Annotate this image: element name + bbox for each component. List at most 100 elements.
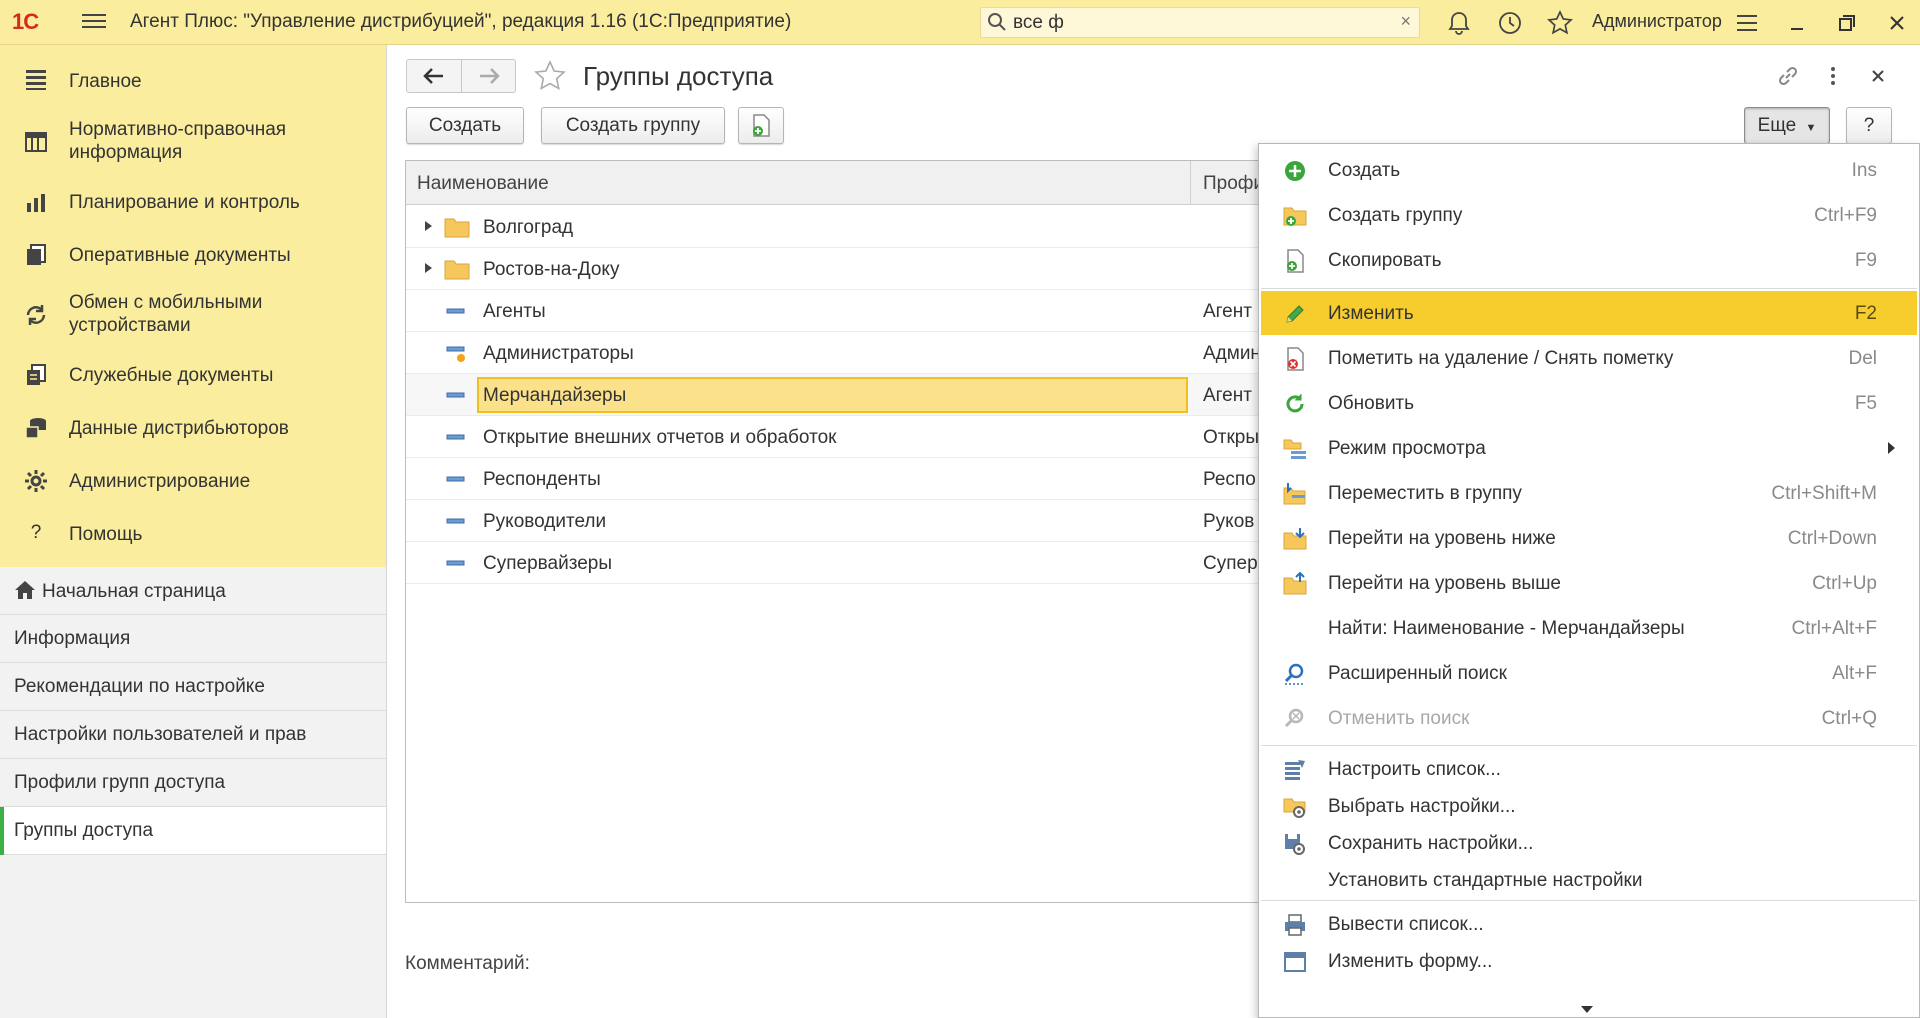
title-bar: 1С Агент Плюс: "Управление дистрибуцией"… xyxy=(0,0,1920,45)
section-main[interactable]: Главное xyxy=(0,59,386,103)
expand-arrow-icon[interactable] xyxy=(425,263,432,273)
section-distributor-data[interactable]: Данные дистрибьюторов xyxy=(0,406,386,450)
section-operative-docs[interactable]: Оперативные документы xyxy=(0,233,386,277)
menu-item-label: Создать группу xyxy=(1328,205,1463,226)
menu-item-label: Установить стандартные настройки xyxy=(1328,870,1643,891)
menu-item-move-to-group[interactable]: Переместить в группу Ctrl+Shift+M xyxy=(1261,471,1917,515)
section-label: Нормативно-справочная информация xyxy=(69,119,287,163)
service-docs-icon xyxy=(27,364,46,385)
main-menu-icon[interactable] xyxy=(82,10,106,34)
menu-item-copy[interactable]: Скопировать F9 xyxy=(1261,238,1917,282)
menu-item-level-down[interactable]: Перейти на уровень ниже Ctrl+Down xyxy=(1261,516,1917,560)
row-profile: Откры xyxy=(1203,427,1260,448)
app-title: Агент Плюс: "Управление дистрибуцией", р… xyxy=(130,11,792,32)
history-icon[interactable] xyxy=(1497,10,1523,36)
menu-item-label: Выбрать настройки... xyxy=(1328,796,1516,817)
folder-icon xyxy=(444,260,470,280)
close-window-icon[interactable] xyxy=(1884,10,1910,36)
add-to-favorites-star-icon[interactable] xyxy=(533,59,567,93)
submenu-arrow-icon xyxy=(1888,442,1895,454)
add-folder-icon xyxy=(1283,207,1307,226)
section-planning[interactable]: Планирование и контроль xyxy=(0,180,386,224)
advanced-search-icon xyxy=(1284,663,1305,685)
section-label: Администрирование xyxy=(69,471,251,492)
row-profile: Агент xyxy=(1203,385,1252,406)
back-arrow-icon[interactable] xyxy=(407,60,461,92)
favorites-star-icon[interactable] xyxy=(1547,10,1573,36)
create-button[interactable]: Создать xyxy=(406,107,524,144)
open-window-home[interactable]: Начальная страница xyxy=(0,567,386,615)
expand-arrow-icon[interactable] xyxy=(425,221,432,231)
chart-icon xyxy=(27,194,45,212)
open-window-info[interactable]: Информация xyxy=(0,615,386,663)
row-name: Руководители xyxy=(483,511,607,532)
menu-item-default-settings[interactable]: Установить стандартные настройки xyxy=(1261,858,1917,902)
section-label: Помощь xyxy=(69,524,143,545)
menu-item-shortcut: Alt+F xyxy=(1832,663,1877,684)
create-group-button[interactable]: Создать группу xyxy=(541,107,725,144)
menu-item-cancel-search[interactable]: Отменить поиск Ctrl+Q xyxy=(1261,696,1917,740)
clear-search-icon[interactable]: × xyxy=(1400,11,1411,32)
user-name[interactable]: Администратор xyxy=(1592,11,1722,32)
menu-item-create-group[interactable]: Создать группу Ctrl+F9 xyxy=(1261,193,1917,237)
section-label: Служебные документы xyxy=(69,365,274,386)
menu-item-label: Переместить в группу xyxy=(1328,483,1522,504)
bell-icon[interactable] xyxy=(1446,10,1472,36)
menu-item-advanced-search[interactable]: Расширенный поиск Alt+F xyxy=(1261,651,1917,695)
open-window-label: Начальная страница xyxy=(42,581,226,602)
menu-item-shortcut: Ctrl+Alt+F xyxy=(1791,618,1877,639)
section-help[interactable]: ? Помощь xyxy=(0,512,386,556)
row-name: Волгоград xyxy=(483,217,574,238)
element-icon xyxy=(446,560,465,566)
more-actions-icon[interactable] xyxy=(1820,63,1846,89)
sidebar: Главное Нормативно-справочная информация… xyxy=(0,45,387,1018)
menu-item-shortcut: F2 xyxy=(1854,303,1877,324)
row-profile: Админ xyxy=(1203,343,1261,364)
section-label: Главное xyxy=(69,71,142,92)
close-form-icon[interactable] xyxy=(1865,63,1891,89)
menu-item-level-up[interactable]: Перейти на уровень выше Ctrl+Up xyxy=(1261,561,1917,605)
sync-icon xyxy=(26,305,46,325)
menu-item-shortcut: F5 xyxy=(1854,393,1877,414)
row-name: Администраторы xyxy=(483,343,634,364)
section-administration[interactable]: Администрирование xyxy=(0,459,386,503)
more-button[interactable]: Еще ▼ xyxy=(1744,107,1830,144)
open-window-user-settings[interactable]: Настройки пользователей и прав xyxy=(0,711,386,759)
open-window-access-groups[interactable]: Группы доступа xyxy=(0,807,386,855)
settings-menu-icon[interactable] xyxy=(1734,10,1760,36)
column-header-profile[interactable]: Профи xyxy=(1203,173,1264,195)
section-mobile-exchange[interactable]: Обмен с мобильными устройствами xyxy=(0,286,386,344)
menu-item-find[interactable]: Найти: Наименование - Мерчандайзеры Ctrl… xyxy=(1261,606,1917,650)
section-label: Данные дистрибьюторов xyxy=(69,418,289,439)
menu-item-label: Скопировать xyxy=(1328,250,1442,271)
menu-item-label: Перейти на уровень ниже xyxy=(1328,528,1556,549)
search-box[interactable]: × xyxy=(980,7,1420,38)
move-to-group-icon xyxy=(1283,483,1306,505)
open-window-access-profiles[interactable]: Профили групп доступа xyxy=(0,759,386,807)
minimize-icon[interactable] xyxy=(1784,10,1810,36)
element-user-icon xyxy=(446,346,465,362)
app-logo[interactable]: 1С xyxy=(12,9,39,35)
menu-item-refresh[interactable]: Обновить F5 xyxy=(1261,381,1917,425)
menu-item-edit[interactable]: Изменить F2 xyxy=(1261,291,1917,335)
section-reference[interactable]: Нормативно-справочная информация xyxy=(0,113,386,171)
restore-icon[interactable] xyxy=(1834,10,1860,36)
column-header-name[interactable]: Наименование xyxy=(417,173,549,195)
menu-item-mark-delete[interactable]: Пометить на удаление / Снять пометку Del xyxy=(1261,336,1917,380)
menu-item-edit-form[interactable]: Изменить форму... xyxy=(1261,939,1917,983)
copy-button[interactable] xyxy=(738,107,784,144)
menu-item-create[interactable]: Создать Ins xyxy=(1261,148,1917,192)
help-button[interactable]: ? xyxy=(1846,107,1892,144)
open-window-recommendations[interactable]: Рекомендации по настройке xyxy=(0,663,386,711)
section-service-docs[interactable]: Служебные документы xyxy=(0,353,386,397)
row-profile: Супер xyxy=(1203,553,1258,574)
menu-item-view-mode[interactable]: Режим просмотра xyxy=(1261,426,1917,470)
search-input[interactable] xyxy=(1013,10,1383,35)
scroll-down-arrow-icon[interactable] xyxy=(1581,1006,1593,1013)
menu-item-shortcut: Ctrl+Q xyxy=(1821,708,1877,729)
chevron-down-icon: ▼ xyxy=(1805,122,1817,134)
link-icon[interactable] xyxy=(1775,63,1801,89)
forward-arrow-icon[interactable] xyxy=(462,60,516,92)
menu-item-shortcut: Del xyxy=(1848,348,1877,369)
pencil-icon xyxy=(1286,305,1304,323)
